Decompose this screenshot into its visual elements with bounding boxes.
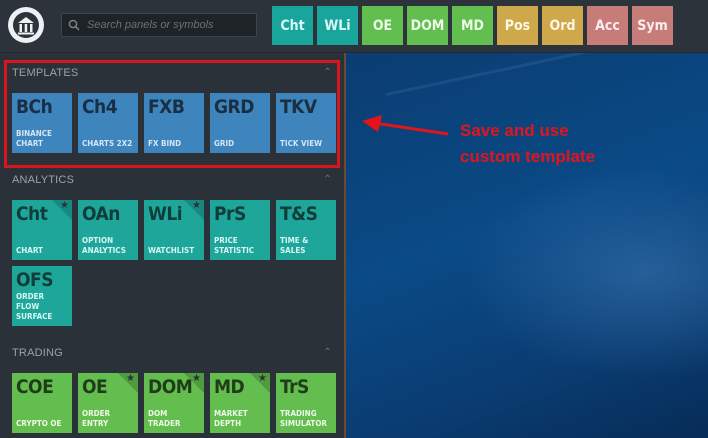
section-title: TRADING [12, 347, 63, 359]
annotation-line-1: Save and use [460, 121, 569, 140]
tile-order-flow-surface[interactable]: OFS ORDER FLOW SURFACE [12, 266, 72, 326]
tile-watchlist[interactable]: ★ WLi WATCHLIST [144, 200, 204, 260]
tile-label: CHARTS 2X2 [82, 139, 133, 148]
tile-label: CHART [16, 246, 43, 255]
toolbar-button-chart[interactable]: Cht [272, 6, 313, 45]
tile-option-analytics[interactable]: OAn OPTION ANALYTICS [78, 200, 138, 260]
section-header-analytics[interactable]: ANALYTICS ⌃ [12, 174, 332, 190]
section-title: ANALYTICS [12, 174, 75, 186]
tile-crypto-oe[interactable]: COE CRYPTO OE [12, 373, 72, 433]
tile-label: GRID [214, 139, 235, 148]
star-icon[interactable]: ★ [126, 373, 135, 384]
tile-abbr: T&S [280, 203, 318, 225]
tile-label: FX BIND [148, 139, 182, 148]
annotation-line-2: custom template [460, 147, 596, 166]
tile-label: OPTION ANALYTICS [82, 236, 126, 255]
tile-label: WATCHLIST [148, 246, 195, 255]
tile-abbr: GRD [214, 96, 254, 118]
tile-abbr: OAn [82, 203, 120, 225]
toolbar-button-dom[interactable]: DOM [407, 6, 448, 45]
tile-order-entry[interactable]: ★ OE ORDER ENTRY [78, 373, 138, 433]
section-title: TEMPLATES [12, 67, 79, 79]
toolbar-button-symbols[interactable]: Sym [632, 6, 673, 45]
tile-fx-bind[interactable]: FXB FX BIND [144, 93, 204, 153]
tile-abbr: DOM [148, 376, 193, 398]
tile-abbr: Cht [16, 203, 48, 225]
tile-abbr: TKV [280, 96, 317, 118]
tile-time-and-sales[interactable]: T&S TIME & SALES [276, 200, 336, 260]
tile-chart[interactable]: ★ Cht CHART [12, 200, 72, 260]
tile-abbr: Ch4 [82, 96, 118, 118]
annotation-arrow-icon [362, 115, 449, 136]
tile-label: ORDER FLOW SURFACE [16, 292, 53, 321]
tile-tick-view[interactable]: TKV TICK VIEW [276, 93, 336, 153]
tile-label: TIME & SALES [280, 236, 309, 255]
star-icon[interactable]: ★ [60, 200, 69, 211]
toolbar-button-order-entry[interactable]: OE [362, 6, 403, 45]
star-icon[interactable]: ★ [258, 373, 267, 384]
app-logo-icon[interactable] [8, 7, 44, 43]
toolbar-button-accounts[interactable]: Acc [587, 6, 628, 45]
tile-trading-simulator[interactable]: TrS TRADING SIMULATOR [276, 373, 336, 433]
chevron-up-icon[interactable]: ⌃ [323, 174, 332, 185]
tile-label: TICK VIEW [280, 139, 323, 148]
tile-abbr: OFS [16, 269, 54, 291]
tile-binance-chart[interactable]: BCh BINANCE CHART [12, 93, 72, 153]
tile-charts-2x2[interactable]: Ch4 CHARTS 2X2 [78, 93, 138, 153]
search-input[interactable] [82, 15, 256, 35]
background-light-ray [385, 53, 708, 96]
search-box [61, 13, 257, 37]
tile-label: MARKET DEPTH [214, 409, 248, 428]
panel-sidebar: TEMPLATES ⌃ BCh BINANCE CHART Ch4 CHARTS… [0, 53, 346, 438]
tile-price-statistic[interactable]: PrS PRICE STATISTIC [210, 200, 270, 260]
chevron-up-icon[interactable]: ⌃ [323, 67, 332, 78]
tile-label: DOM TRADER [148, 409, 181, 428]
section-header-trading[interactable]: TRADING ⌃ [12, 347, 332, 363]
tile-abbr: WLi [148, 203, 183, 225]
section-header-templates[interactable]: TEMPLATES ⌃ [12, 67, 332, 83]
tile-label: CRYPTO OE [16, 419, 62, 428]
search-icon [68, 18, 82, 32]
tile-grid[interactable]: GRD GRID [210, 93, 270, 153]
tile-dom-trader[interactable]: ★ DOM DOM TRADER [144, 373, 204, 433]
tile-abbr: TrS [280, 376, 309, 398]
star-icon[interactable]: ★ [192, 200, 201, 211]
tile-abbr: PrS [214, 203, 246, 225]
tile-label: ORDER ENTRY [82, 409, 111, 428]
tile-abbr: MD [214, 376, 245, 398]
tile-label: BINANCE CHART [16, 129, 52, 148]
tile-abbr: OE [82, 376, 108, 398]
chevron-up-icon[interactable]: ⌃ [323, 347, 332, 358]
annotation-text: Save and use custom template [460, 118, 595, 170]
toolbar-button-orders[interactable]: Ord [542, 6, 583, 45]
toolbar-button-market-depth[interactable]: MD [452, 6, 493, 45]
tile-market-depth[interactable]: ★ MD MARKET DEPTH [210, 373, 270, 433]
toolbar-button-watchlist[interactable]: WLi [317, 6, 358, 45]
tile-abbr: COE [16, 376, 54, 398]
top-toolbar: Cht WLi OE DOM MD Pos Ord Acc Sym [0, 0, 708, 53]
tile-label: TRADING SIMULATOR [280, 409, 327, 428]
toolbar-button-positions[interactable]: Pos [497, 6, 538, 45]
tile-label: PRICE STATISTIC [214, 236, 255, 255]
tile-abbr: BCh [16, 96, 53, 118]
tile-abbr: FXB [148, 96, 185, 118]
star-icon[interactable]: ★ [192, 373, 201, 384]
